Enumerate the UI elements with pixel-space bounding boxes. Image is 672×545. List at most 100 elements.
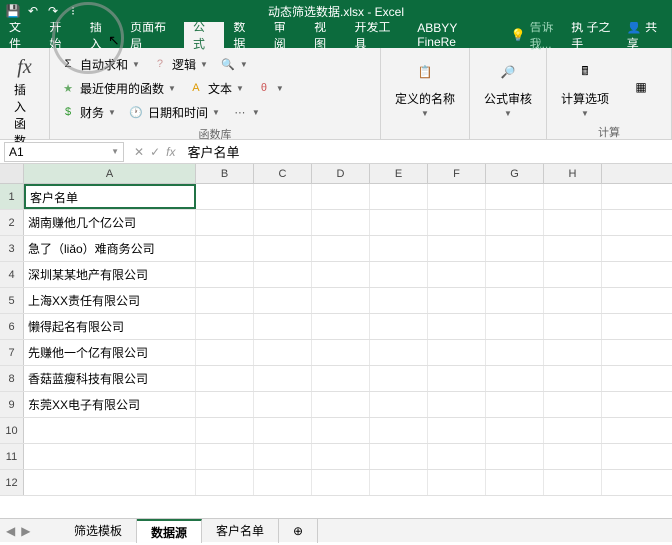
cell[interactable] <box>544 262 602 287</box>
cell[interactable] <box>428 262 486 287</box>
col-header-D[interactable]: D <box>312 164 370 183</box>
tab-formula[interactable]: 公式 <box>184 22 224 48</box>
tab-layout[interactable]: 页面布局 <box>121 22 184 48</box>
col-header-H[interactable]: H <box>544 164 602 183</box>
col-header-C[interactable]: C <box>254 164 312 183</box>
financial-button[interactable]: $财务▼ <box>56 102 120 123</box>
cell[interactable]: 深圳某某地产有限公司 <box>24 262 196 287</box>
cell[interactable] <box>196 210 254 235</box>
cell[interactable] <box>254 288 312 313</box>
cell[interactable]: 东莞XX电子有限公司 <box>24 392 196 417</box>
cell[interactable] <box>486 184 544 209</box>
row-header[interactable]: 10 <box>0 418 24 443</box>
cell[interactable] <box>486 444 544 469</box>
cell[interactable] <box>428 184 486 209</box>
cell[interactable] <box>254 314 312 339</box>
tab-file[interactable]: 文件 <box>0 22 40 48</box>
cell[interactable] <box>196 444 254 469</box>
cell[interactable] <box>486 392 544 417</box>
cell[interactable] <box>544 340 602 365</box>
row-header[interactable]: 2 <box>0 210 24 235</box>
cell[interactable] <box>544 184 602 209</box>
cell[interactable] <box>312 366 370 391</box>
tab-dev[interactable]: 开发工具 <box>346 22 409 48</box>
cell[interactable] <box>544 366 602 391</box>
cell[interactable] <box>312 392 370 417</box>
cell[interactable] <box>486 288 544 313</box>
cell[interactable] <box>544 418 602 443</box>
tab-insert[interactable]: 插入 <box>81 22 121 48</box>
share-button[interactable]: 👤 共享 <box>627 18 666 52</box>
tab-review[interactable]: 审阅 <box>265 22 305 48</box>
cell[interactable] <box>544 444 602 469</box>
tab-data[interactable]: 数据 <box>224 22 264 48</box>
defined-names-button[interactable]: 📋 定义的名称▼ <box>387 52 463 122</box>
cell[interactable] <box>254 418 312 443</box>
row-header[interactable]: 8 <box>0 366 24 391</box>
cell[interactable]: 急了（liǎo）难商务公司 <box>24 236 196 261</box>
cell[interactable] <box>428 314 486 339</box>
cell[interactable] <box>196 418 254 443</box>
cell[interactable] <box>544 392 602 417</box>
cell[interactable] <box>312 340 370 365</box>
cell[interactable] <box>312 314 370 339</box>
col-header-A[interactable]: A <box>24 164 196 183</box>
cell[interactable] <box>370 262 428 287</box>
tab-home[interactable]: 开始 <box>40 22 80 48</box>
cell[interactable]: 上海XX责任有限公司 <box>24 288 196 313</box>
cell[interactable] <box>370 210 428 235</box>
cell[interactable] <box>428 444 486 469</box>
cell[interactable] <box>428 210 486 235</box>
cell[interactable] <box>254 236 312 261</box>
cell[interactable] <box>486 340 544 365</box>
sheet-tab-3[interactable]: 客户名单 <box>202 519 279 543</box>
cell[interactable] <box>370 288 428 313</box>
tab-abbyy[interactable]: ABBYY FineRe <box>408 22 502 48</box>
row-header[interactable]: 12 <box>0 470 24 495</box>
cell[interactable] <box>544 288 602 313</box>
tell-me[interactable]: 💡告诉我... <box>503 18 572 52</box>
chevron-down-icon[interactable]: ▼ <box>111 147 119 156</box>
formula-audit-button[interactable]: 🔎 公式审核▼ <box>476 52 540 122</box>
cell[interactable] <box>370 444 428 469</box>
row-header[interactable]: 5 <box>0 288 24 313</box>
cell[interactable] <box>24 470 196 495</box>
cell[interactable] <box>312 262 370 287</box>
row-header[interactable]: 3 <box>0 236 24 261</box>
cell[interactable] <box>544 314 602 339</box>
cell[interactable] <box>254 392 312 417</box>
cell[interactable] <box>486 366 544 391</box>
recent-button[interactable]: ★最近使用的函数▼ <box>56 78 180 99</box>
cell[interactable] <box>486 314 544 339</box>
cell[interactable] <box>370 314 428 339</box>
col-header-E[interactable]: E <box>370 164 428 183</box>
cell[interactable] <box>254 210 312 235</box>
more-button[interactable]: ⋯▼ <box>228 102 264 122</box>
cell[interactable] <box>312 288 370 313</box>
col-header-G[interactable]: G <box>486 164 544 183</box>
fx-icon[interactable]: fx <box>166 145 175 159</box>
lookup-button[interactable]: 🔍▼ <box>216 54 252 74</box>
cell[interactable] <box>254 184 312 209</box>
cell[interactable] <box>428 288 486 313</box>
cell[interactable] <box>428 418 486 443</box>
cell[interactable]: 香菇蓝瘦科技有限公司 <box>24 366 196 391</box>
cell[interactable] <box>196 366 254 391</box>
row-header[interactable]: 4 <box>0 262 24 287</box>
cell[interactable] <box>544 210 602 235</box>
autosum-button[interactable]: Σ自动求和▼ <box>56 54 144 75</box>
cell[interactable]: 湖南赚他几个亿公司 <box>24 210 196 235</box>
cell[interactable] <box>428 366 486 391</box>
cell[interactable] <box>370 236 428 261</box>
insert-function-button[interactable]: fx 插入函数 <box>6 52 43 153</box>
name-box[interactable]: A1▼ <box>4 142 124 162</box>
cell[interactable] <box>370 340 428 365</box>
cell[interactable] <box>486 262 544 287</box>
col-header-B[interactable]: B <box>196 164 254 183</box>
cell[interactable] <box>312 470 370 495</box>
cell[interactable] <box>24 444 196 469</box>
cancel-icon[interactable]: ✕ <box>134 145 144 159</box>
col-header-F[interactable]: F <box>428 164 486 183</box>
cell[interactable] <box>370 418 428 443</box>
text-button[interactable]: A文本▼ <box>184 78 248 99</box>
